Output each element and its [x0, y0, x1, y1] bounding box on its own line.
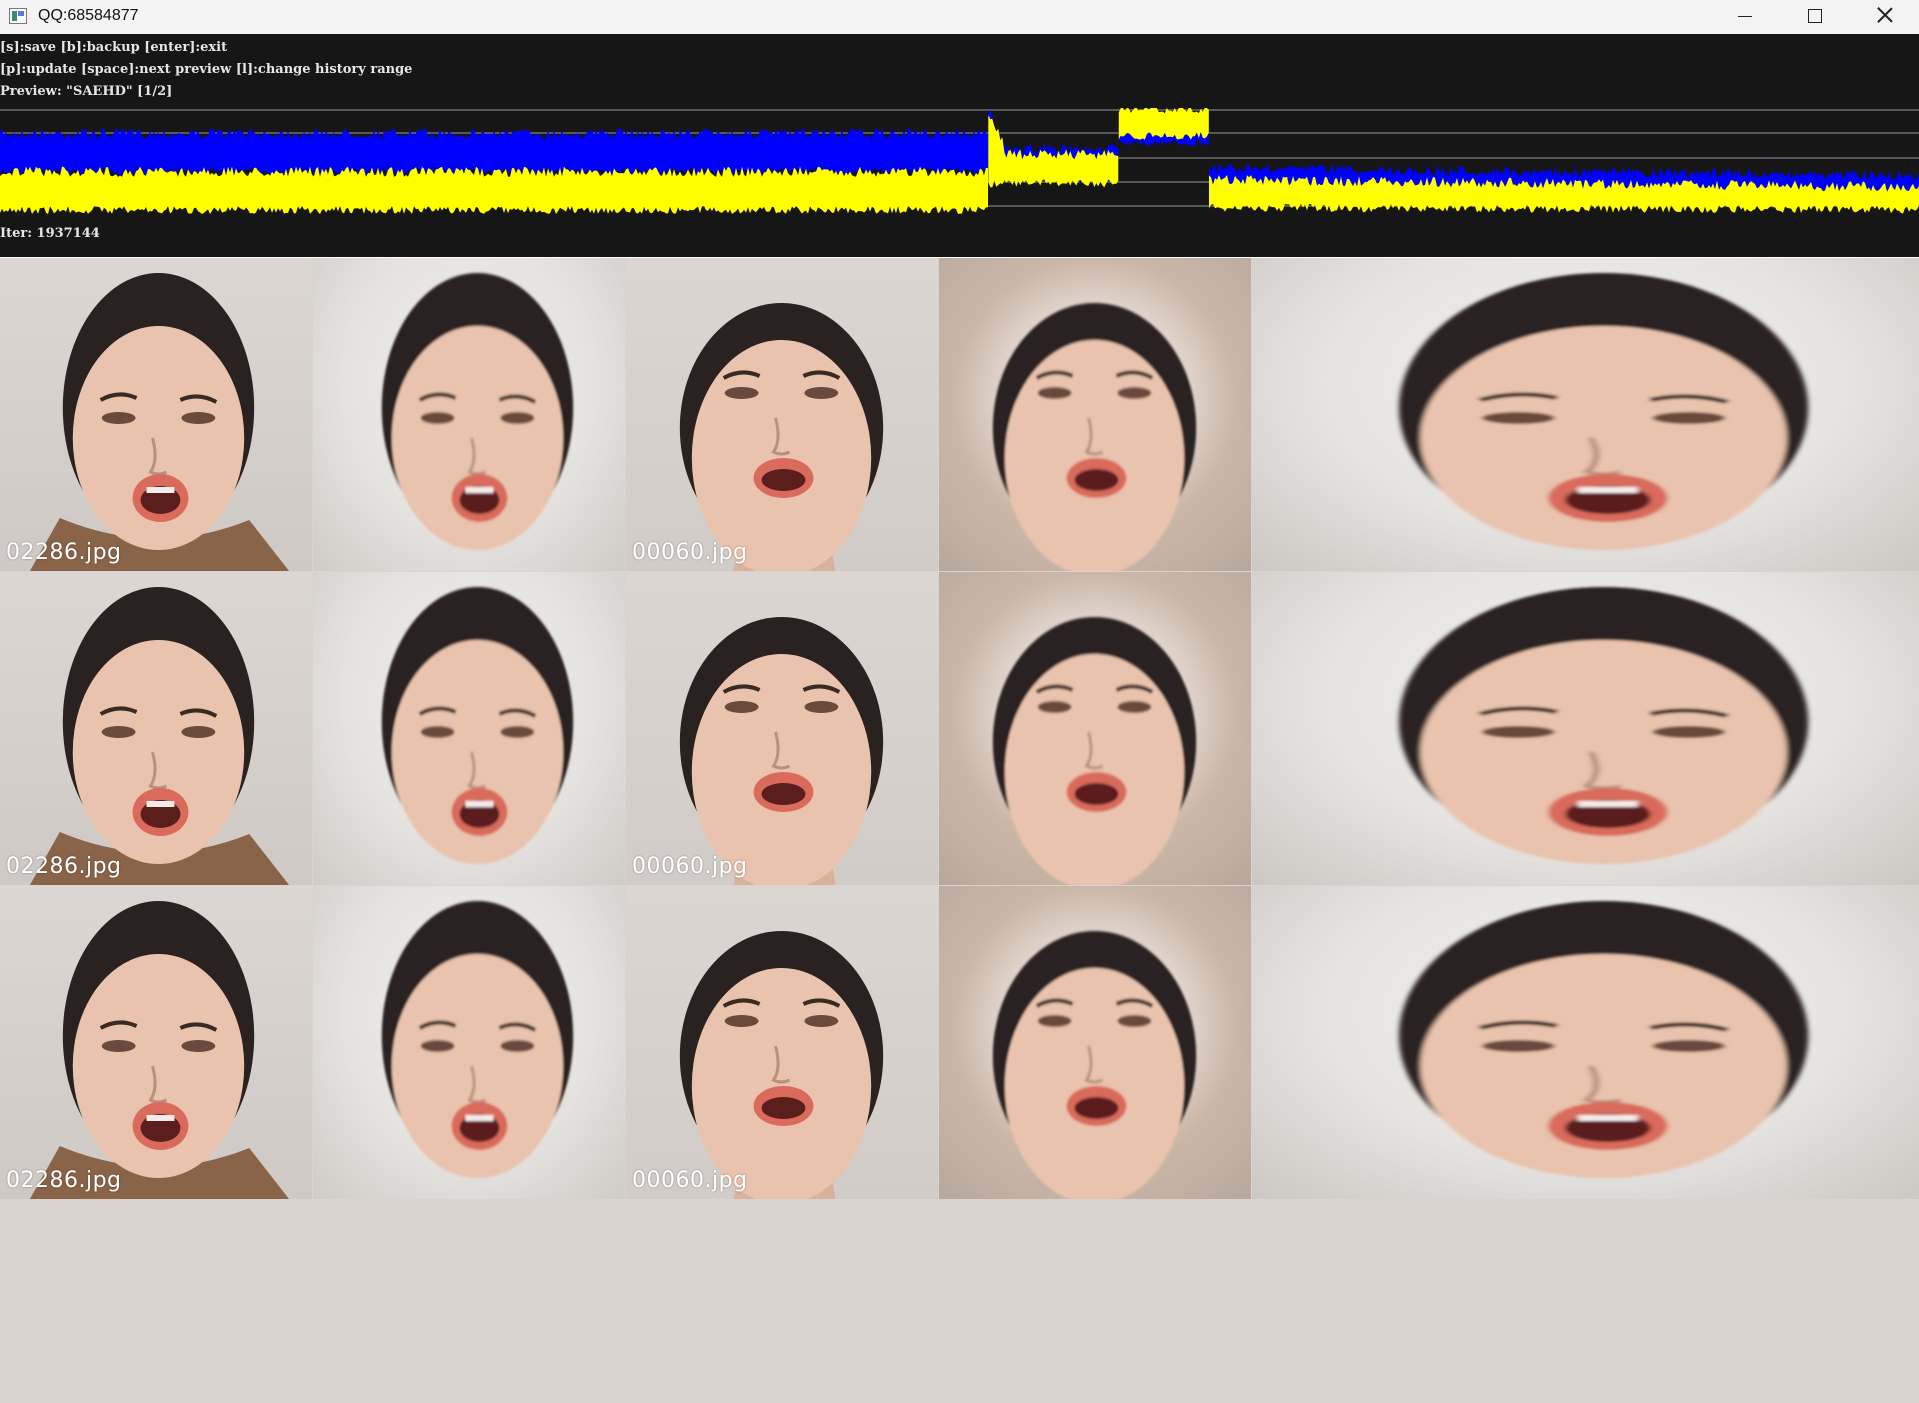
preview-cell-src: 02286.jpg	[0, 886, 312, 1199]
app-icon	[9, 8, 27, 24]
face-open-mouth-image	[381, 273, 574, 550]
loss-history-graph	[0, 108, 1919, 215]
preview-cell-swapped	[1252, 572, 1919, 885]
minimize-button[interactable]	[1710, 0, 1780, 34]
preview-cell-dst-predicted	[939, 572, 1251, 885]
training-info-panel: [s]:save [b]:backup [enter]:exit [p]:upd…	[0, 34, 1919, 257]
face-open-mouth-image	[1399, 273, 1809, 550]
maximize-button[interactable]	[1780, 0, 1850, 34]
iteration-counter: Iter: 1937144	[0, 226, 100, 241]
dst-filename-label: 00060.jpg	[632, 1168, 748, 1193]
help-line-save: [s]:save [b]:backup [enter]:exit	[0, 40, 228, 55]
close-icon	[1877, 7, 1893, 23]
preview-cell-dst: 00060.jpg	[626, 886, 938, 1199]
face-open-mouth-image	[1399, 587, 1809, 864]
preview-cell-dst: 00060.jpg	[626, 572, 938, 885]
src-loss-band	[0, 128, 988, 176]
preview-cell-dst-predicted	[939, 886, 1251, 1199]
preview-cell-swapped	[1252, 258, 1919, 571]
face-open-mouth-image	[29, 587, 290, 885]
face-looking-up-image	[992, 617, 1197, 885]
face-open-mouth-image	[29, 273, 290, 571]
face-open-mouth-image	[29, 901, 290, 1199]
preview-grid: 02286.jpg 00060.jpg 02286.jpg 00060.jpg …	[0, 258, 1919, 1403]
preview-cell-src: 02286.jpg	[0, 258, 312, 571]
preview-mode-label: Preview: "SAEHD" [1/2]	[0, 84, 173, 99]
maximize-icon	[1808, 9, 1822, 23]
preview-cell-src-predicted	[313, 258, 625, 571]
close-button[interactable]	[1850, 0, 1919, 34]
face-looking-up-image	[679, 303, 884, 571]
preview-cell-src: 02286.jpg	[0, 572, 312, 885]
face-looking-up-image	[992, 931, 1197, 1199]
face-open-mouth-image	[381, 901, 574, 1178]
preview-cell-dst-predicted	[939, 258, 1251, 571]
face-open-mouth-image	[1399, 901, 1809, 1178]
window-title-bar[interactable]: QQ:68584877	[0, 0, 1919, 35]
preview-cell-dst: 00060.jpg	[626, 258, 938, 571]
face-looking-up-image	[679, 931, 884, 1199]
preview-cell-swapped	[1252, 886, 1919, 1199]
src-filename-label: 02286.jpg	[6, 540, 122, 565]
face-looking-up-image	[992, 303, 1197, 571]
window-title: QQ:68584877	[38, 7, 139, 24]
preview-cell-src-predicted	[313, 572, 625, 885]
minimize-icon	[1738, 16, 1752, 17]
help-line-update: [p]:update [space]:next preview [l]:chan…	[0, 62, 413, 77]
preview-cell-src-predicted	[313, 886, 625, 1199]
dst-filename-label: 00060.jpg	[632, 854, 748, 879]
face-open-mouth-image	[381, 587, 574, 864]
face-looking-up-image	[679, 617, 884, 885]
src-filename-label: 02286.jpg	[6, 1168, 122, 1193]
dst-loss-band	[0, 166, 988, 215]
src-filename-label: 02286.jpg	[6, 854, 122, 879]
dst-filename-label: 00060.jpg	[632, 540, 748, 565]
